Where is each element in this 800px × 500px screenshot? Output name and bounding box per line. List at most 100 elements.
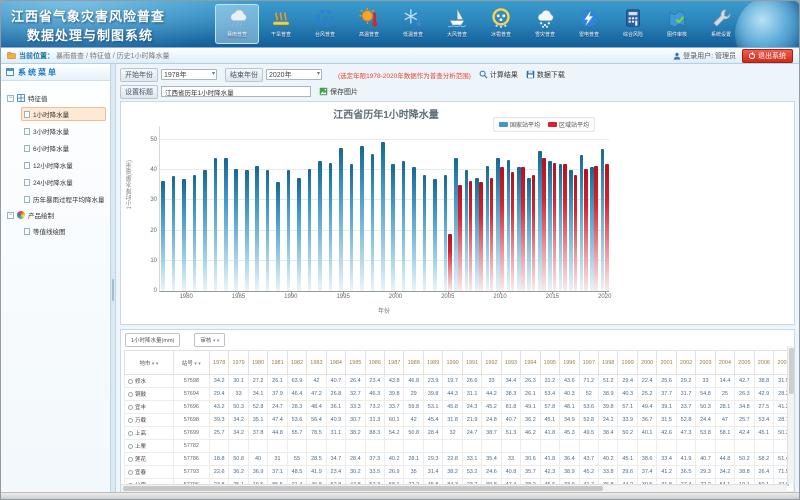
horizontal-scrollbar-thumb[interactable] (123, 486, 603, 491)
column-header-city[interactable]: 地市 ▾ ▾ (125, 351, 174, 375)
value-cell: 36.1 (326, 401, 345, 414)
station-radio[interactable] (128, 418, 133, 423)
value-cell: 26.1 (521, 388, 540, 401)
bar-national (224, 158, 228, 291)
value-cell (268, 440, 287, 453)
station-radio[interactable] (128, 457, 133, 462)
tree-node-0[interactable]: −特征值 (7, 93, 104, 103)
toolbar-item-risk-calc[interactable]: 综合风险 (611, 4, 655, 44)
bar-national (234, 169, 238, 291)
sidebar-item-0-0[interactable]: 1小时降水量 (21, 107, 106, 121)
table-row: 万载5769839.334.235.147.453.656.440.930.73… (125, 414, 794, 427)
start-year-select[interactable]: 1978年 (161, 69, 217, 80)
sidebar-item-0-1[interactable]: 3小时降水量 (21, 124, 106, 138)
value-cell: 31.1 (326, 427, 345, 440)
toolbar-item-high-temp[interactable]: 高温普查 (347, 4, 391, 44)
value-cell: 25.7 (209, 427, 228, 440)
value-cell: 21.9 (462, 414, 481, 427)
calculate-button[interactable]: 计算结果 (479, 70, 518, 80)
value-cell: 28.4 (423, 427, 442, 440)
station-radio[interactable] (128, 431, 133, 436)
value-cell (248, 440, 267, 453)
sidebar-item-0-3[interactable]: 12小时降水量 (21, 158, 106, 172)
sidebar-item-1-0[interactable]: 等值线绘图 (21, 224, 106, 238)
value-cell: 45.1 (618, 453, 637, 466)
value-cell (754, 440, 773, 453)
value-cell: 38.8 (735, 466, 754, 479)
toolbar-item-map-audit[interactable]: 图件审核 (655, 4, 699, 44)
toolbar-item-typhoon[interactable]: 台风普查 (303, 4, 347, 44)
sidebar-item-0-4[interactable]: 24小时降水量 (21, 175, 106, 189)
value-cell (326, 440, 345, 453)
toolbar-item-snow[interactable]: 雪灾普查 (523, 4, 567, 44)
expand-icon[interactable]: − (7, 212, 14, 219)
vertical-scrollbar-thumb[interactable] (789, 348, 794, 394)
value-cell: 37.8 (248, 427, 267, 440)
toolbar-item-drought[interactable]: 干旱普查 (259, 4, 303, 44)
bar-national (360, 146, 364, 291)
value-cell: 33.7 (676, 401, 695, 414)
value-cell: 43.8 (385, 375, 404, 388)
sort-filter-icon[interactable]: ▾ ▾ (194, 361, 200, 367)
x-tick-label: 2020 (593, 294, 617, 300)
column-header-year: 1985 (346, 351, 365, 375)
breadcrumb[interactable]: 暴雨普查 / 特征值 / 历史1小时降水量 (56, 51, 170, 61)
logout-button[interactable]: 退出系统 (742, 49, 793, 63)
horizontal-scrollbar[interactable] (121, 484, 787, 492)
expand-icon[interactable]: − (7, 95, 14, 102)
bar-national (193, 175, 197, 291)
station-radio[interactable] (128, 444, 133, 449)
tree-node-1[interactable]: −产品绘制 (7, 210, 104, 220)
value-cell (482, 440, 501, 453)
value-cell: 48.4 (307, 401, 326, 414)
save-disk-icon (526, 70, 535, 79)
station-radio[interactable] (128, 405, 133, 410)
column-header-year: 1989 (423, 351, 442, 375)
page-icon (24, 145, 30, 152)
bar-regional (490, 178, 494, 291)
station-radio[interactable] (128, 379, 133, 384)
station-city-name: 上高 (135, 431, 146, 437)
y-tick-label: 10 (142, 258, 157, 264)
value-cell: 33.9 (618, 414, 637, 427)
value-cell (287, 440, 306, 453)
toolbar-item-hail[interactable]: 冰雹普查 (479, 4, 523, 44)
toolbar-item-low-temp[interactable]: 低温普查 (391, 4, 435, 44)
station-radio[interactable] (128, 470, 133, 475)
station-radio[interactable] (128, 392, 133, 397)
toolbar-item-gale[interactable]: 大风普查 (435, 4, 479, 44)
value-cell: 18.8 (209, 453, 228, 466)
bar-national (339, 148, 343, 291)
value-cell: 23.4 (365, 375, 384, 388)
sidebar-item-0-5[interactable]: 历年暴雨过程平均降水量 (21, 192, 106, 206)
value-cell: 33.4 (657, 453, 676, 466)
app-title-line1: 江西省气象灾害风险普查 (11, 6, 165, 25)
vertical-scrollbar[interactable] (787, 346, 794, 484)
sort-filter-icon[interactable]: ▾ ▾ (152, 361, 158, 367)
chart-title-input[interactable] (161, 86, 311, 97)
toolbar-item-settings[interactable]: 系统设置 (699, 4, 743, 44)
toolbar-item-lightning[interactable]: 雷电普查 (567, 4, 611, 44)
value-cell: 34.9 (560, 414, 579, 427)
chart-panel: 江西省历年1小时降水量 国家站平均区域站平均 1小时降水量(毫米) 010203… (120, 101, 795, 325)
save-image-button[interactable]: 保存图片 (319, 87, 358, 97)
sidebar-item-0-2[interactable]: 6小时降水量 (21, 141, 106, 155)
chart-legend[interactable]: 国家站平均区域站平均 (493, 117, 595, 132)
value-cell: 88.3 (365, 427, 384, 440)
legend-item[interactable]: 区域站平均 (548, 120, 589, 129)
value-cell: 23.4 (326, 466, 345, 479)
value-cell: 38.2 (443, 466, 462, 479)
download-button[interactable]: 数据下载 (526, 70, 565, 80)
breadcrumb-prefix: 当前位置： (19, 51, 54, 61)
lightning-icon (578, 7, 600, 29)
toolbar-item-rainstorm[interactable]: 暴雨普查 (215, 4, 259, 44)
value-cell (676, 440, 695, 453)
end-year-select[interactable]: 2020年 (266, 69, 322, 80)
legend-item[interactable]: 国家站平均 (499, 120, 540, 129)
value-cell: 59.8 (404, 401, 423, 414)
column-header-station[interactable]: 站号 ▾ ▾ (173, 351, 209, 375)
metric-filter-button[interactable]: 1小时降水量(mm) (125, 333, 180, 347)
station-table-wrap: 地市 ▾ ▾站号 ▾ ▾1978197919801981198219831984… (121, 350, 794, 492)
drought-icon (270, 7, 292, 29)
audit-dropdown[interactable]: 审核 ▾ ▾ (194, 333, 225, 347)
